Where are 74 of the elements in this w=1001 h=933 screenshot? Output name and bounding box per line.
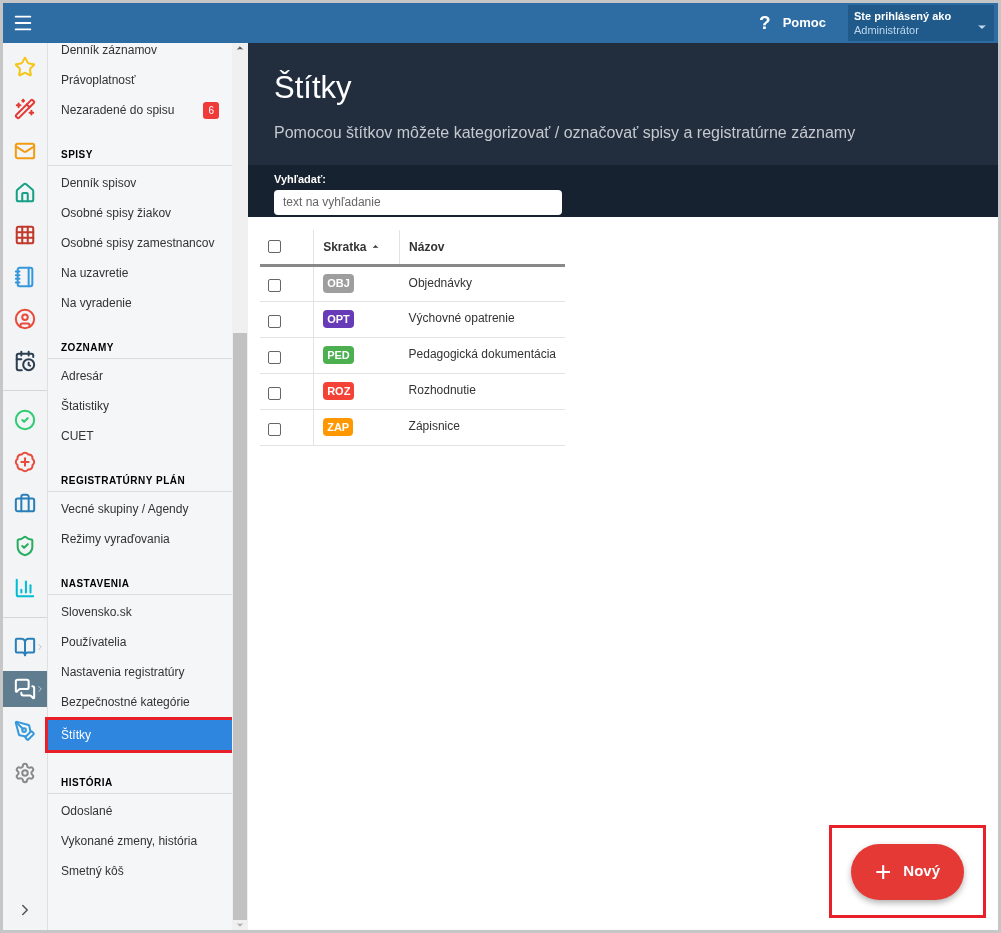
sidebar-item[interactable]: Slovensko.sk: [48, 597, 232, 627]
sidebar-item[interactable]: Denník záznamov: [48, 35, 232, 65]
sidebar-item[interactable]: CUET: [48, 421, 232, 451]
tag-badge: PED: [323, 345, 354, 365]
chevron-icon: [35, 642, 45, 652]
checkbox[interactable]: [268, 422, 281, 436]
rail-button[interactable]: [3, 671, 47, 707]
scroll-down-icon: [235, 920, 245, 930]
sidebar-item[interactable]: Nastavenia registratúry: [48, 657, 232, 687]
sidebar-item[interactable]: Odoslané: [48, 796, 232, 826]
search-label: Vyhľadať:: [274, 172, 327, 187]
section-heading: NASTAVENIA: [48, 576, 232, 595]
section-heading: HISTÓRIA: [48, 775, 232, 794]
star-icon: [14, 56, 36, 78]
scrollbar-thumb[interactable]: [233, 333, 247, 920]
section-heading: REGISTRATÚRNY PLÁN: [48, 473, 232, 492]
checkbox[interactable]: [268, 386, 281, 400]
table-cell: Rozhodnutie: [399, 373, 565, 409]
column-header[interactable]: Názov: [409, 237, 445, 256]
count-badge: 6: [203, 101, 219, 119]
pen-icon: [14, 720, 36, 742]
sidebar-item[interactable]: Štatistiky: [48, 391, 232, 421]
magic-wand-icon: [14, 98, 36, 120]
user-menu[interactable]: Ste prihlásený ako Administrátor: [848, 5, 994, 41]
sidebar-item[interactable]: Denník spisov: [48, 168, 232, 198]
briefcase-icon: [14, 493, 36, 515]
settings-icon: [14, 762, 36, 784]
sidebar-item[interactable]: Osobné spisy zamestnancov: [48, 228, 232, 258]
sidebar-item[interactable]: Režimy vyraďovania: [48, 524, 232, 554]
sidebar-item[interactable]: Vecné skupiny / Agendy: [48, 494, 232, 524]
scroll-up-icon: [235, 43, 245, 53]
sidebar-item[interactable]: Štítky: [48, 720, 232, 750]
tag-badge: OBJ: [323, 274, 354, 293]
table-cell: Objednávky: [399, 265, 565, 301]
sidebar-item[interactable]: Nezaradené do spisu 6: [48, 95, 232, 125]
check-circle-icon: [14, 409, 36, 431]
sidebar-item[interactable]: Na vyradenie: [48, 288, 232, 318]
sidebar-item[interactable]: Bezpečnostné kategórie: [48, 687, 232, 717]
section-heading: SPISY: [48, 147, 232, 166]
page-subtitle: Pomocou štítkov môžete kategorizovať / označovať spisy a registratúrne záznamy: [274, 123, 857, 143]
new-button[interactable]: + Nový: [851, 843, 964, 900]
tag-badge: ZAP: [323, 417, 354, 437]
table-cell: Výchovné opatrenie: [399, 301, 565, 337]
sidebar-item[interactable]: Na uzavretie: [48, 258, 232, 288]
envelope-icon: [14, 140, 36, 162]
sidebar-item[interactable]: Osobné spisy žiakov: [48, 198, 232, 228]
sidebar-item[interactable]: Právoplatnosť: [48, 65, 232, 95]
checkbox[interactable]: [268, 279, 281, 292]
calendar-grid-icon: [14, 224, 36, 246]
search-field[interactable]: text na vyhľadanie: [274, 189, 562, 215]
column-header[interactable]: Skratka: [323, 237, 380, 256]
sidebar-item[interactable]: Smetný kôš: [48, 856, 232, 886]
sidebar-item[interactable]: Adresár: [48, 361, 232, 391]
checkbox[interactable]: [268, 240, 281, 254]
shield-check-icon: [14, 535, 36, 557]
bar-chart-icon: [14, 577, 36, 599]
table-cell: Pedagogická dokumentácia: [399, 337, 565, 373]
sidebar-item[interactable]: Vykonané zmeny, história: [48, 826, 232, 856]
chat-bubbles-icon: [14, 678, 36, 700]
house-icon: [14, 182, 36, 204]
checkbox[interactable]: [268, 350, 281, 364]
chevron-icon: [35, 684, 45, 694]
section-heading: ZOZNAMY: [48, 340, 232, 359]
page-title: Štítky: [274, 70, 353, 106]
tag-badge: OPT: [323, 309, 354, 329]
notebook-icon: [14, 266, 36, 288]
table-cell: Zápisnice: [399, 409, 565, 445]
user-icon: [14, 308, 36, 330]
tag-badge: ROZ: [323, 381, 355, 401]
sidebar-item[interactable]: Používatelia: [48, 627, 232, 657]
help-link[interactable]: ? Pomoc: [759, 8, 826, 38]
book-icon: [14, 636, 36, 658]
checkbox[interactable]: [268, 314, 281, 328]
calendar-clock-icon: [14, 350, 36, 372]
